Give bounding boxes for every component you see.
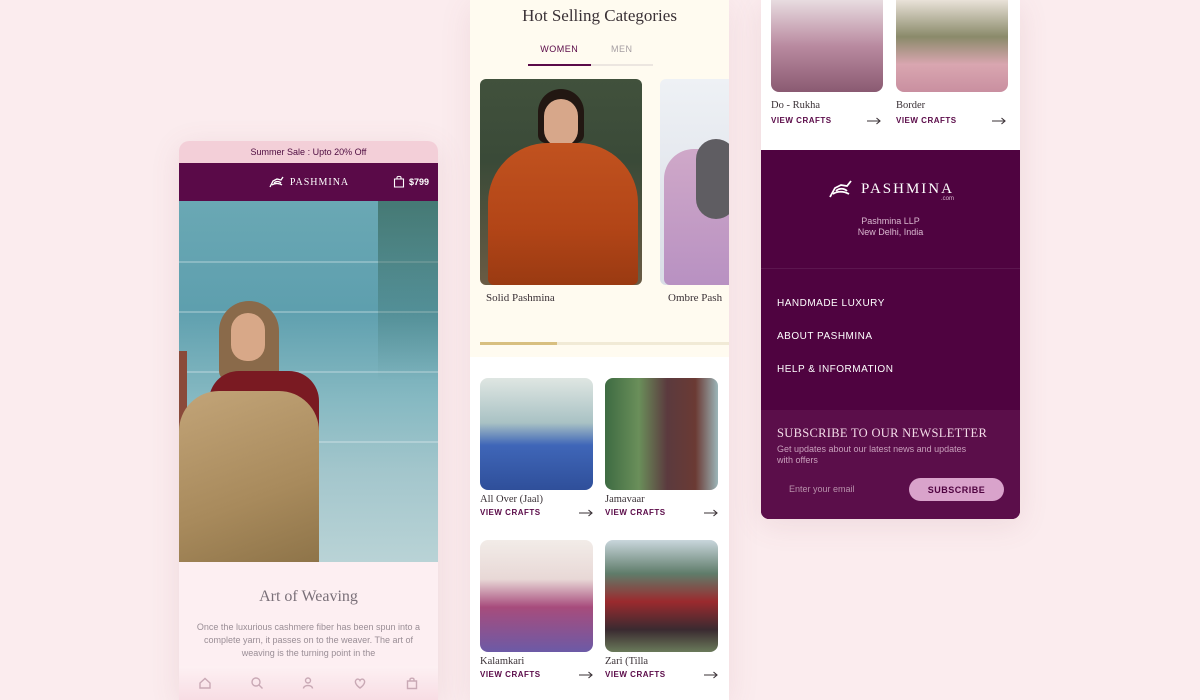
craft-name: All Over (Jaal) (480, 494, 543, 505)
bag-icon[interactable] (405, 676, 419, 690)
newsletter-text: Get updates about our latest news and up… (777, 444, 967, 465)
menu-item-handmade-luxury[interactable]: HANDMADE LUXURY (777, 298, 893, 309)
arrow-right-icon (992, 117, 1006, 124)
goat-logo-icon (269, 176, 284, 188)
tab-women[interactable]: WOMEN (528, 42, 591, 66)
promo-text: Summer Sale : Upto 20% Off (250, 147, 367, 157)
craft-name: Jamavaar (605, 494, 645, 505)
craft-tile[interactable]: Zari (Tilla VIEW CRAFTS (605, 540, 718, 679)
tab-men[interactable]: MEN (591, 42, 654, 64)
cart-total: $799 (408, 176, 429, 187)
view-crafts-link[interactable]: VIEW CRAFTS (480, 670, 593, 679)
email-input[interactable] (777, 478, 897, 500)
view-crafts-label: VIEW CRAFTS (480, 508, 541, 517)
craft-name: Border (896, 100, 926, 111)
section-text: Once the luxurious cashmere fiber has be… (196, 622, 421, 658)
menu-item-about-pashmina[interactable]: ABOUT PASHMINA (777, 331, 893, 342)
menu-item-help-information[interactable]: HELP & INFORMATION (777, 364, 893, 375)
footer-screen: Do - Rukha Border VIEW CRAFTS VIEW CRAFT… (761, 0, 1020, 519)
view-crafts-label: VIEW CRAFTS (896, 116, 957, 125)
category-label[interactable]: Solid Pashmina (486, 292, 555, 304)
carousel-progress-fill (480, 342, 558, 345)
company-info: Pashmina LLP New Delhi, India (761, 216, 1020, 238)
craft-image (605, 540, 718, 652)
subscribe-button[interactable]: SUBSCRIBE (909, 478, 1004, 501)
view-crafts-link[interactable]: VIEW CRAFTS (896, 116, 1006, 125)
home-screen: Summer Sale : Upto 20% Off PASHMINA $799… (179, 141, 438, 700)
arrow-right-icon (579, 671, 593, 678)
shopping-bag-icon (393, 175, 405, 188)
company-location: New Delhi, India (857, 227, 924, 237)
cart-button[interactable]: $799 (393, 175, 429, 188)
newsletter-section: SUBSCRIBE TO OUR NEWSLETTER Get updates … (761, 410, 1020, 519)
craft-tile[interactable]: All Over (Jaal) VIEW CRAFTS (480, 378, 593, 517)
craft-image (480, 540, 593, 652)
category-label[interactable]: Ombre Pash (668, 292, 722, 304)
newsletter-title: SUBSCRIBE TO OUR NEWSLETTER (777, 426, 988, 440)
view-crafts-link[interactable]: VIEW CRAFTS (605, 670, 718, 679)
craft-tile[interactable]: Kalamkari VIEW CRAFTS (480, 540, 593, 679)
carousel-progress (480, 342, 729, 345)
app-header: PASHMINA $799 (179, 163, 438, 201)
brand-name: PASHMINA (289, 176, 350, 188)
view-crafts-label: VIEW CRAFTS (605, 508, 666, 517)
arrow-right-icon (704, 509, 718, 516)
category-card-ombre-pashmina[interactable] (660, 79, 729, 285)
craft-image[interactable] (896, 0, 1008, 92)
art-of-weaving-section: Art of Weaving Once the luxurious cashme… (179, 562, 438, 666)
view-crafts-label: VIEW CRAFTS (605, 670, 666, 679)
footer-logo[interactable]: PASHMINA .com (761, 178, 1020, 202)
search-icon[interactable] (250, 676, 264, 690)
view-crafts-link[interactable]: VIEW CRAFTS (480, 508, 593, 517)
craft-image[interactable] (771, 0, 883, 92)
craft-name: Kalamkari (480, 656, 525, 667)
brand-logo[interactable]: PASHMINA (268, 175, 349, 189)
promo-banner[interactable]: Summer Sale : Upto 20% Off (179, 141, 438, 163)
home-icon[interactable] (198, 676, 212, 690)
craft-tile[interactable]: Jamavaar VIEW CRAFTS (605, 378, 718, 517)
category-card-solid-pashmina[interactable] (480, 79, 642, 285)
view-crafts-link[interactable]: VIEW CRAFTS (771, 116, 881, 125)
arrow-right-icon (704, 671, 718, 678)
brand-suffix: .com (940, 196, 954, 202)
section-title: Art of Weaving (259, 588, 358, 605)
company-name: Pashmina LLP (861, 216, 920, 226)
arrow-right-icon (579, 509, 593, 516)
footer-divider (761, 268, 1020, 269)
view-crafts-label: VIEW CRAFTS (480, 670, 541, 679)
arrow-right-icon (867, 117, 881, 124)
site-footer: PASHMINA .com Pashmina LLP New Delhi, In… (761, 150, 1020, 519)
crafts-row: Do - Rukha Border VIEW CRAFTS VIEW CRAFT… (761, 0, 1020, 150)
hero-image (179, 201, 438, 562)
footer-brand-name: PASHMINA (861, 181, 954, 197)
craft-name: Zari (Tilla (605, 656, 649, 667)
goat-logo-icon (829, 180, 852, 198)
craft-image (605, 378, 718, 490)
categories-screen: Hot Selling Categories WOMEN MEN Solid P… (470, 0, 729, 700)
view-crafts-label: VIEW CRAFTS (771, 116, 832, 125)
craft-image (480, 378, 593, 490)
user-icon[interactable] (301, 676, 315, 690)
craft-name: Do - Rukha (771, 100, 820, 111)
bottom-navigation (179, 666, 438, 700)
page-title: Hot Selling Categories (522, 6, 677, 25)
footer-menu: HANDMADE LUXURY ABOUT PASHMINA HELP & IN… (777, 298, 893, 397)
heart-icon[interactable] (353, 676, 367, 690)
hot-selling-panel: Hot Selling Categories WOMEN MEN Solid P… (470, 0, 729, 357)
view-crafts-link[interactable]: VIEW CRAFTS (605, 508, 718, 517)
gender-tabs: WOMEN MEN (528, 42, 653, 66)
